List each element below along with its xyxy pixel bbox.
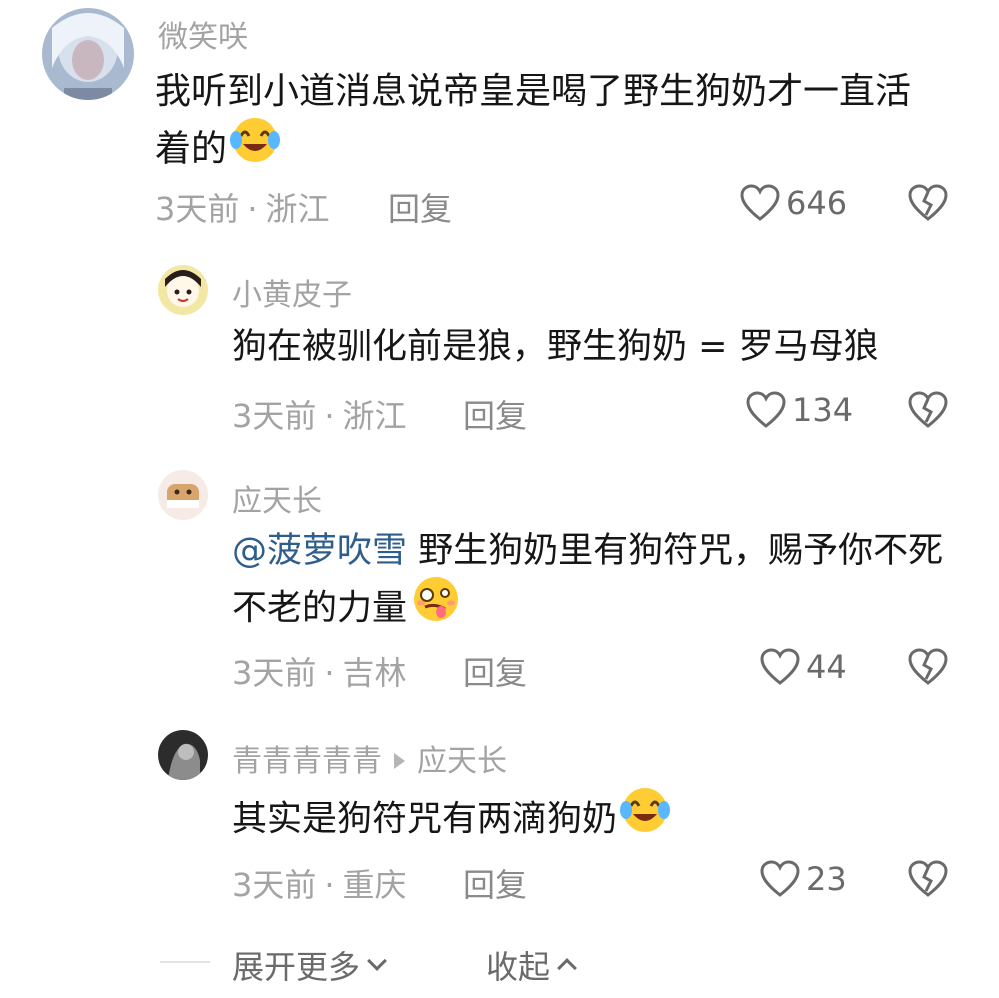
- like-button[interactable]: 646: [740, 184, 847, 222]
- username[interactable]: 小黄皮子: [232, 270, 352, 314]
- avatar[interactable]: [158, 470, 208, 520]
- avatar-image: [42, 8, 134, 100]
- heart-outline-icon: [740, 184, 780, 221]
- reply-button[interactable]: 回复: [463, 648, 527, 694]
- like-count: 134: [792, 391, 854, 429]
- like-button[interactable]: 134: [746, 391, 853, 429]
- collapse-button[interactable]: 收起: [486, 942, 577, 988]
- heart-outline-icon: [760, 860, 800, 897]
- like-count: 646: [786, 184, 848, 222]
- comment-text: 狗在被驯化前是狼，野生狗奶 = 罗马母狼: [232, 322, 962, 373]
- broken-heart-icon: [908, 860, 948, 897]
- dislike-button[interactable]: [908, 648, 948, 690]
- separator-dot: ·: [324, 866, 335, 904]
- expand-more-button[interactable]: 展开更多: [232, 942, 387, 988]
- avatar-image: [158, 470, 208, 520]
- dislike-button[interactable]: [908, 391, 948, 433]
- comment-text-content: 狗在被驯化前是狼，野生狗奶 = 罗马母狼: [232, 327, 879, 367]
- reply-arrow-icon: [394, 752, 405, 769]
- like-button[interactable]: 44: [760, 648, 847, 686]
- location: 吉林: [342, 654, 407, 692]
- comment-meta: 3天前 · 吉林: [232, 648, 407, 694]
- replies-footer: 展开更多 收起: [0, 938, 999, 988]
- comment-text: 我听到小道消息说帝皇是喝了野生狗奶才一直活着的: [155, 66, 945, 183]
- timestamp: 3天前: [155, 190, 240, 228]
- dislike-button[interactable]: [908, 860, 948, 902]
- timestamp: 3天前: [232, 866, 317, 904]
- timestamp: 3天前: [232, 397, 317, 435]
- reply-to-username[interactable]: 应天长: [417, 744, 507, 779]
- timestamp: 3天前: [232, 654, 317, 692]
- reply-button[interactable]: 回复: [463, 391, 527, 437]
- comment-meta: 3天前 · 浙江: [155, 184, 330, 230]
- reply-button[interactable]: 回复: [463, 860, 527, 906]
- woozy-face-icon: [409, 573, 463, 638]
- username[interactable]: 青青青青青: [232, 744, 382, 779]
- reply-header: 青青青青青 应天长: [232, 736, 507, 780]
- location: 重庆: [342, 866, 407, 904]
- divider-line: [160, 961, 210, 963]
- comment-meta: 3天前 · 重庆: [232, 860, 407, 906]
- mention-link[interactable]: @菠萝吹雪: [232, 531, 407, 571]
- face-with-tears-of-joy-icon: [229, 114, 281, 179]
- avatar-image: [158, 730, 208, 780]
- avatar[interactable]: [42, 8, 134, 100]
- comment-text: 其实是狗符咒有两滴狗奶: [232, 788, 952, 853]
- heart-outline-icon: [746, 391, 786, 428]
- avatar[interactable]: [158, 730, 208, 780]
- username[interactable]: 应天长: [232, 476, 322, 520]
- separator-dot: ·: [247, 190, 258, 228]
- separator-dot: ·: [324, 397, 335, 435]
- like-count: 23: [806, 860, 847, 898]
- broken-heart-icon: [908, 184, 948, 221]
- face-with-tears-of-joy-icon: [619, 784, 671, 849]
- separator-dot: ·: [324, 654, 335, 692]
- location: 浙江: [342, 397, 407, 435]
- chevron-up-icon: [557, 958, 577, 978]
- avatar-image: [158, 265, 208, 315]
- collapse-label: 收起: [486, 948, 551, 986]
- comment-text-content: 其实是狗符咒有两滴狗奶: [232, 799, 618, 840]
- reply-button[interactable]: 回复: [388, 184, 452, 230]
- comment-meta: 3天前 · 浙江: [232, 391, 407, 437]
- comment-text: @菠萝吹雪 野生狗奶里有狗符咒，赐予你不死不老的力量: [232, 526, 952, 642]
- location: 浙江: [265, 190, 330, 228]
- like-count: 44: [806, 648, 847, 686]
- avatar[interactable]: [158, 265, 208, 315]
- dislike-button[interactable]: [908, 184, 948, 226]
- expand-more-label: 展开更多: [232, 948, 361, 986]
- like-button[interactable]: 23: [760, 860, 847, 898]
- broken-heart-icon: [908, 391, 948, 428]
- broken-heart-icon: [908, 648, 948, 685]
- username[interactable]: 微笑咲: [158, 12, 248, 56]
- heart-outline-icon: [760, 648, 800, 685]
- chevron-down-icon: [367, 951, 387, 971]
